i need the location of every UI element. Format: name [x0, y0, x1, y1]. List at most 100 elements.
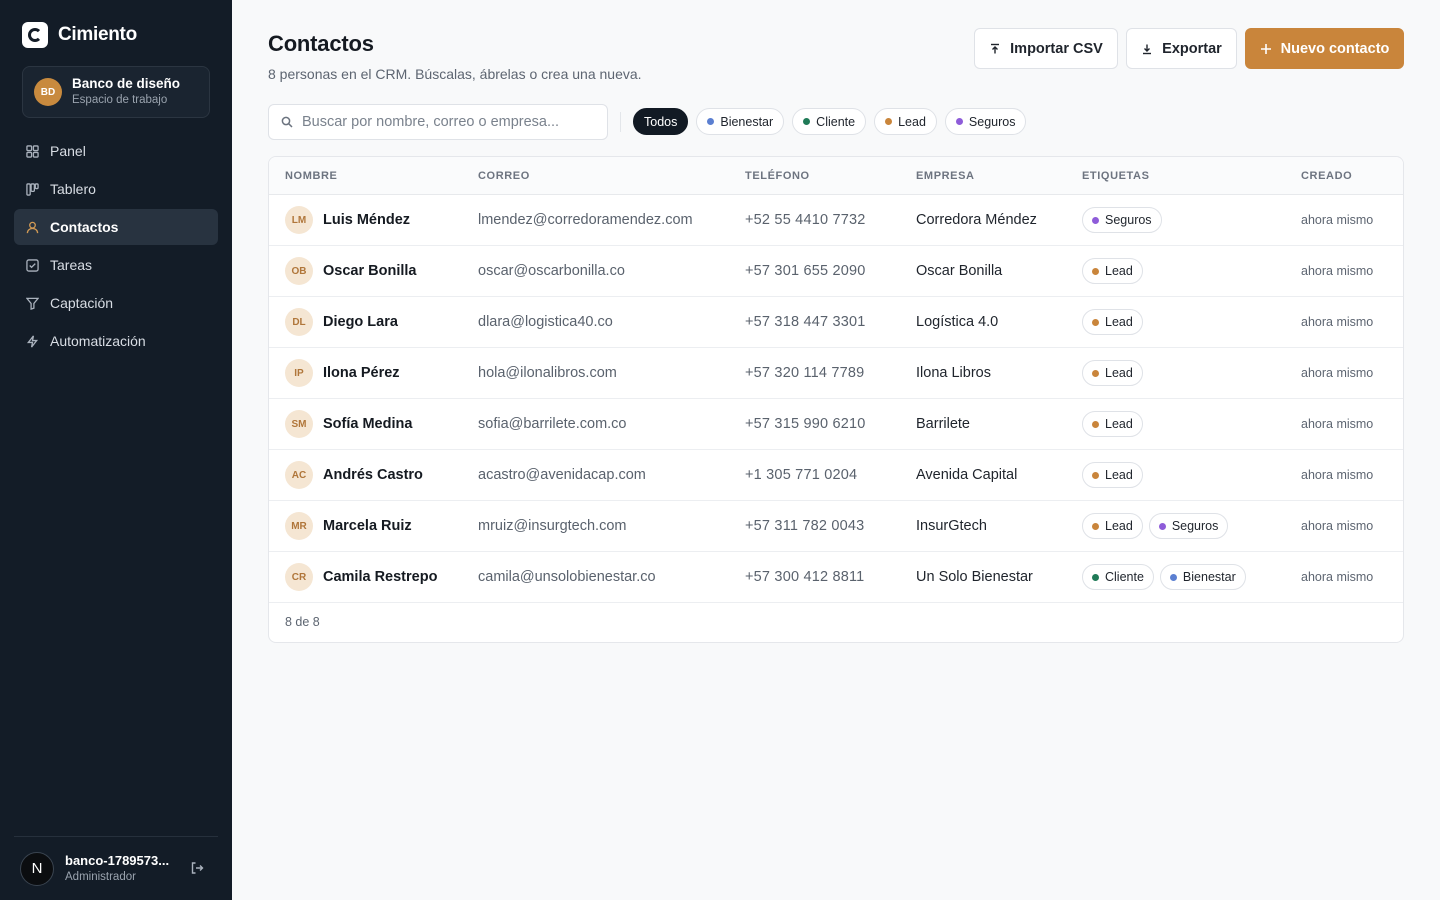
- sidebar-item-label: Captación: [50, 295, 114, 311]
- tag-label: Lead: [1105, 519, 1133, 533]
- filter-chip-cliente[interactable]: Cliente: [792, 108, 867, 135]
- cimiento-logo-icon: [22, 22, 48, 48]
- contact-created: ahora mismo: [1301, 213, 1374, 227]
- sidebar-item-captacion[interactable]: Captación: [14, 285, 218, 321]
- table-row[interactable]: AC Andrés Castro acastro@avenidacap.com +1 …: [269, 450, 1403, 501]
- column-header-correo[interactable]: CORREO: [478, 170, 530, 182]
- plus-icon: [1260, 43, 1272, 55]
- kanban-icon: [26, 182, 39, 196]
- import-csv-button[interactable]: Importar CSV: [974, 28, 1118, 69]
- brand[interactable]: Cimiento: [22, 22, 137, 48]
- column-header-creado[interactable]: CREADO: [1301, 170, 1352, 182]
- contact-email: dlara@logistica40.co: [478, 314, 613, 330]
- contact-phone: +57 300 412 8811: [745, 569, 865, 585]
- contact-phone: +57 318 447 3301: [745, 314, 866, 330]
- contact-name-cell: IP Ilona Pérez: [285, 348, 400, 398]
- contact-phone: +57 311 782 0043: [745, 518, 865, 534]
- contact-tags: Lead: [1082, 450, 1149, 500]
- upload-icon: [989, 43, 1001, 55]
- filter-chip-todos[interactable]: Todos: [633, 108, 689, 135]
- sidebar-item-label: Contactos: [50, 219, 119, 235]
- search-icon: [281, 116, 293, 128]
- contact-name[interactable]: Camila Restrepo: [323, 569, 437, 585]
- filter-chip-bienestar[interactable]: Bienestar: [696, 108, 785, 135]
- table-row[interactable]: MR Marcela Ruiz mruiz@insurgtech.com +57 31…: [269, 501, 1403, 552]
- tag-badge: Lead: [1082, 462, 1143, 488]
- avatar: AC: [285, 461, 313, 489]
- contact-name-cell: DL Diego Lara: [285, 297, 398, 347]
- contact-name-cell: OB Oscar Bonilla: [285, 246, 416, 296]
- avatar: LM: [285, 206, 313, 234]
- tag-badge: Lead: [1082, 360, 1143, 386]
- table-row[interactable]: OB Oscar Bonilla oscar@oscarbonilla.co +57 …: [269, 246, 1403, 297]
- contact-email: oscar@oscarbonilla.co: [478, 263, 625, 279]
- search-input[interactable]: [302, 114, 602, 130]
- contact-name[interactable]: Diego Lara: [323, 314, 398, 330]
- tag-filters: Todos Bienestar Cliente Lead Seguros: [633, 108, 1027, 135]
- table-row[interactable]: LM Luis Méndez lmendez@corredoramendez.com…: [269, 195, 1403, 246]
- filter-chip-seguros[interactable]: Seguros: [944, 108, 1027, 135]
- contact-created: ahora mismo: [1301, 468, 1374, 482]
- avatar: IP: [285, 359, 313, 387]
- contact-company: Ilona Libros: [916, 365, 991, 381]
- table-row[interactable]: DL Diego Lara dlara@logistica40.co +57 318 …: [269, 297, 1403, 348]
- contact-name[interactable]: Sofía Medina: [323, 416, 412, 432]
- table-row[interactable]: SM Sofía Medina sofia@barrilete.com.co +57 …: [269, 399, 1403, 450]
- sidebar-item-label: Tablero: [50, 181, 96, 197]
- sidebar-item-automatizacion[interactable]: Automatización: [14, 323, 218, 359]
- sidebar-item-tareas[interactable]: Tareas: [14, 247, 218, 283]
- color-dot-icon: [707, 118, 715, 125]
- contact-email: acastro@avenidacap.com: [478, 467, 646, 483]
- tag-badge: Bienestar: [1159, 564, 1246, 590]
- contact-name[interactable]: Andrés Castro: [323, 467, 423, 483]
- workspace-avatar: BD: [34, 78, 62, 106]
- table-row[interactable]: CR Camila Restrepo camila@unsolobienestar.…: [269, 552, 1403, 603]
- tag-label: Bienestar: [1182, 570, 1236, 584]
- contact-name[interactable]: Oscar Bonilla: [323, 263, 416, 279]
- color-dot-icon: [1092, 267, 1099, 275]
- sidebar-item-tablero[interactable]: Tablero: [14, 171, 218, 207]
- contact-email: hola@ilonalibros.com: [478, 365, 617, 381]
- avatar: SM: [285, 410, 313, 438]
- export-button[interactable]: Exportar: [1126, 28, 1237, 69]
- contact-tags: Lead: [1082, 399, 1149, 449]
- contact-company: Barrilete: [916, 416, 970, 432]
- workspace-switcher[interactable]: BD Banco de diseño Espacio de trabajo: [22, 66, 210, 118]
- sidebar-item-contactos[interactable]: Contactos: [14, 209, 218, 245]
- tag-label: Seguros: [1105, 213, 1152, 227]
- contact-created: ahora mismo: [1301, 417, 1374, 431]
- user-avatar[interactable]: N: [20, 851, 54, 886]
- color-dot-icon: [1092, 216, 1099, 224]
- column-header-telefono[interactable]: TELÉFONO: [745, 170, 810, 182]
- tag-label: Lead: [1105, 366, 1133, 380]
- sidebar-item-label: Panel: [50, 143, 86, 159]
- contact-name[interactable]: Luis Méndez: [323, 212, 410, 228]
- tag-label: Lead: [1105, 417, 1133, 431]
- contact-email: camila@unsolobienestar.co: [478, 569, 656, 585]
- filter-chip-lead[interactable]: Lead: [874, 108, 937, 135]
- contact-tags: Cliente Bienestar: [1082, 552, 1252, 602]
- logout-icon[interactable]: [190, 861, 204, 875]
- color-dot-icon: [1092, 573, 1099, 581]
- tag-badge: Seguros: [1082, 207, 1162, 233]
- contact-phone: +57 320 114 7789: [745, 365, 865, 381]
- contact-name-cell: MR Marcela Ruiz: [285, 501, 412, 551]
- column-header-empresa[interactable]: EMPRESA: [916, 170, 975, 182]
- sidebar-item-panel[interactable]: Panel: [14, 133, 218, 169]
- contact-name[interactable]: Marcela Ruiz: [323, 518, 412, 534]
- column-header-etiquetas[interactable]: ETIQUETAS: [1082, 170, 1150, 182]
- tag-label: Lead: [1105, 468, 1133, 482]
- contact-email: sofia@barrilete.com.co: [478, 416, 627, 432]
- table-row[interactable]: IP Ilona Pérez hola@ilonalibros.com +57 320…: [269, 348, 1403, 399]
- contact-name-cell: CR Camila Restrepo: [285, 552, 437, 602]
- sidebar-item-label: Tareas: [50, 257, 93, 273]
- column-header-nombre[interactable]: NOMBRE: [285, 170, 338, 182]
- new-contact-button[interactable]: Nuevo contacto: [1245, 28, 1404, 69]
- color-dot-icon: [1169, 573, 1177, 581]
- filter-chip-label: Bienestar: [720, 114, 774, 129]
- tag-label: Lead: [1105, 264, 1133, 278]
- sidebar-nav: Panel Tablero Contactos Tareas Captación: [14, 133, 218, 361]
- contact-tags: Lead: [1082, 348, 1149, 398]
- contact-name[interactable]: Ilona Pérez: [323, 365, 400, 381]
- bolt-icon: [26, 335, 39, 348]
